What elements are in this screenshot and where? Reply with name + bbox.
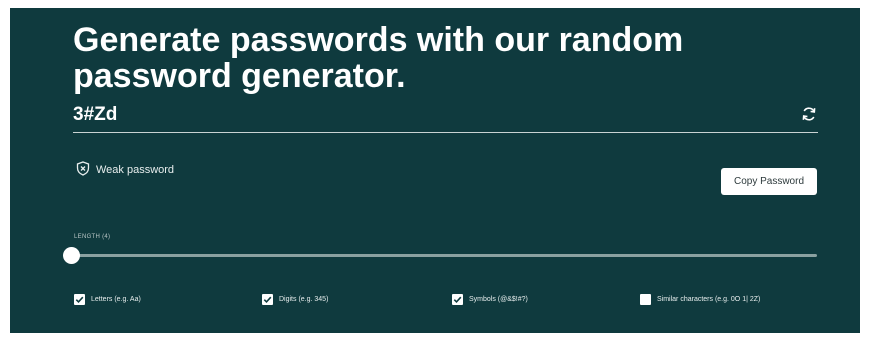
length-slider-thumb[interactable] <box>63 247 80 264</box>
password-strength: Weak password <box>76 161 174 179</box>
option-letters[interactable]: Letters (e.g. Aa) <box>74 294 141 305</box>
password-generator-panel: Generate passwords with our random passw… <box>10 8 860 333</box>
copy-password-button[interactable]: Copy Password <box>721 168 817 195</box>
option-symbols-label: Symbols (@&$!#?) <box>469 296 528 303</box>
checkbox-symbols[interactable] <box>452 294 463 305</box>
option-digits[interactable]: Digits (e.g. 345) <box>262 294 328 305</box>
option-digits-label: Digits (e.g. 345) <box>279 296 329 303</box>
page-title-line-1: Generate passwords with our random <box>73 21 684 59</box>
option-similar-characters-label: Similar characters (e.g. 0O 1| 2Z) <box>657 296 761 303</box>
option-symbols[interactable]: Symbols (@&$!#?) <box>452 294 528 305</box>
checkbox-digits[interactable] <box>262 294 273 305</box>
length-label: LENGTH (4) <box>74 234 111 240</box>
checkbox-similar-characters[interactable] <box>640 294 651 305</box>
page-title-line-2: password generator. <box>73 57 406 95</box>
length-slider-track[interactable] <box>73 254 817 257</box>
checkbox-letters[interactable] <box>74 294 85 305</box>
character-options: Letters (e.g. Aa) Digits (e.g. 345) Symb… <box>10 294 860 310</box>
strength-label: Weak password <box>96 164 175 176</box>
password-output[interactable] <box>73 104 673 126</box>
password-field-row <box>73 102 818 133</box>
page-title: Generate passwords with our random passw… <box>73 22 773 94</box>
refresh-icon[interactable] <box>800 105 818 123</box>
shield-x-icon <box>76 161 90 179</box>
option-similar-characters[interactable]: Similar characters (e.g. 0O 1| 2Z) <box>640 294 760 305</box>
option-letters-label: Letters (e.g. Aa) <box>91 296 141 303</box>
